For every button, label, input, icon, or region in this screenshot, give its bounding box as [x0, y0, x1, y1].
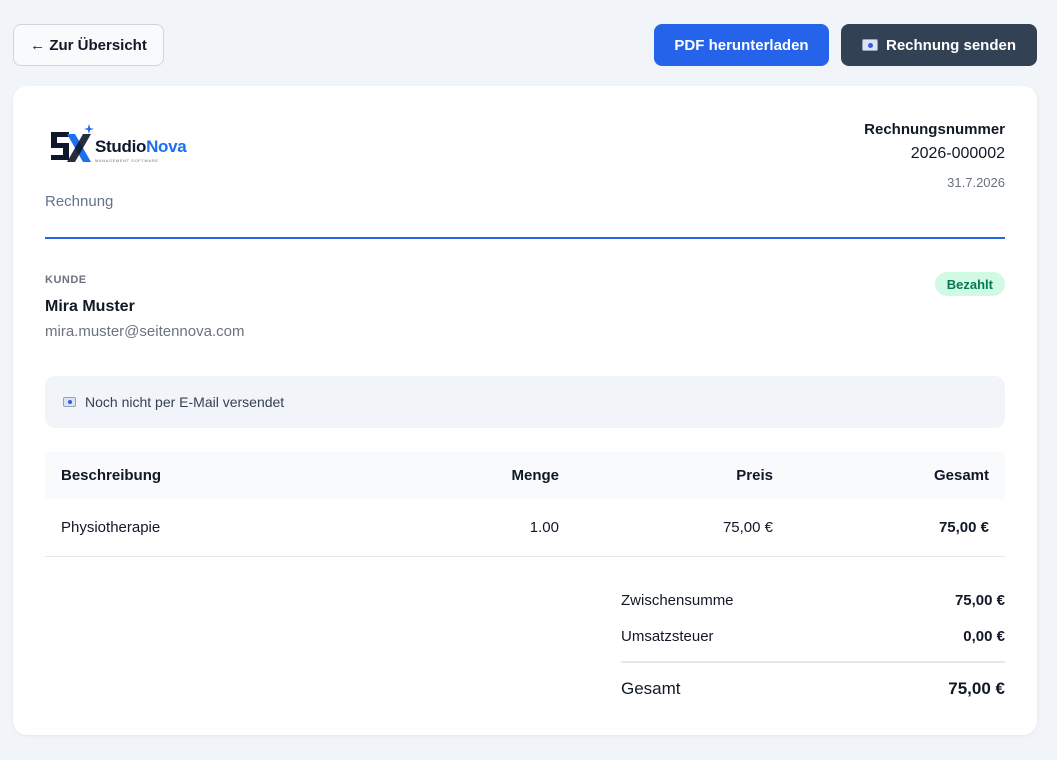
- brand-tagline: MANAGEMENT SOFTWARE: [95, 158, 159, 163]
- header-description: Beschreibung: [45, 452, 405, 499]
- brand-name-part2: Nova: [146, 137, 187, 156]
- top-toolbar: ← Zur Übersicht PDF herunterladen Rechnu…: [0, 0, 1057, 86]
- email-status-notice: Noch nicht per E-Mail versendet: [45, 376, 1005, 428]
- line-items-table: Beschreibung Menge Preis Gesamt Physioth…: [45, 452, 1005, 557]
- company-logo: StudioNova MANAGEMENT SOFTWARE: [47, 122, 189, 172]
- send-invoice-button[interactable]: Rechnung senden: [841, 24, 1037, 66]
- mail-icon: [63, 397, 76, 407]
- grand-total-row: Gesamt 75,00 €: [621, 679, 1005, 699]
- customer-section-label: KUNDE: [45, 274, 87, 286]
- item-description: Physiotherapie: [45, 499, 405, 557]
- item-quantity: 1.00: [405, 499, 575, 557]
- header-divider: [45, 237, 1005, 239]
- subtotal-row: Zwischensumme 75,00 €: [621, 592, 1005, 609]
- customer-email: mira.muster@seitennova.com: [45, 323, 245, 340]
- download-pdf-button[interactable]: PDF herunterladen: [654, 24, 829, 66]
- item-total: 75,00 €: [789, 499, 1005, 557]
- table-row: Physiotherapie 1.00 75,00 € 75,00 €: [45, 499, 1005, 557]
- tax-value: 0,00 €: [963, 628, 1005, 645]
- send-invoice-label: Rechnung senden: [885, 36, 1016, 54]
- subtotal-label: Zwischensumme: [621, 592, 734, 609]
- back-to-overview-button[interactable]: ← Zur Übersicht: [13, 24, 164, 66]
- email-status-text: Noch nicht per E-Mail versendet: [85, 394, 285, 410]
- table-header-row: Beschreibung Menge Preis Gesamt: [45, 452, 1005, 499]
- grand-total-label: Gesamt: [621, 679, 681, 698]
- invoice-number: 2026-000002: [910, 145, 1005, 162]
- header-total: Gesamt: [789, 452, 1005, 499]
- brand-name: StudioNova: [95, 137, 187, 157]
- mail-icon: [861, 39, 878, 51]
- invoice-date: 31.7.2026: [947, 175, 1005, 190]
- invoice-number-label: Rechnungsnummer: [864, 121, 1005, 138]
- document-type: Rechnung: [45, 193, 114, 210]
- logo-mark-icon: [51, 124, 94, 162]
- grand-total-value: 75,00 €: [948, 679, 1005, 698]
- customer-name: Mira Muster: [45, 298, 135, 315]
- invoice-card: StudioNova MANAGEMENT SOFTWARE Rechnung …: [13, 86, 1037, 735]
- header-price: Preis: [575, 452, 789, 499]
- status-badge: Bezahlt: [934, 272, 1005, 296]
- subtotal-value: 75,00 €: [954, 592, 1005, 609]
- brand-name-part1: Studio: [95, 137, 147, 156]
- item-price: 75,00 €: [575, 499, 789, 557]
- totals-divider: [621, 661, 1005, 663]
- tax-label: Umsatzsteuer: [621, 628, 714, 645]
- tax-row: Umsatzsteuer 0,00 €: [621, 628, 1005, 645]
- header-quantity: Menge: [405, 452, 575, 499]
